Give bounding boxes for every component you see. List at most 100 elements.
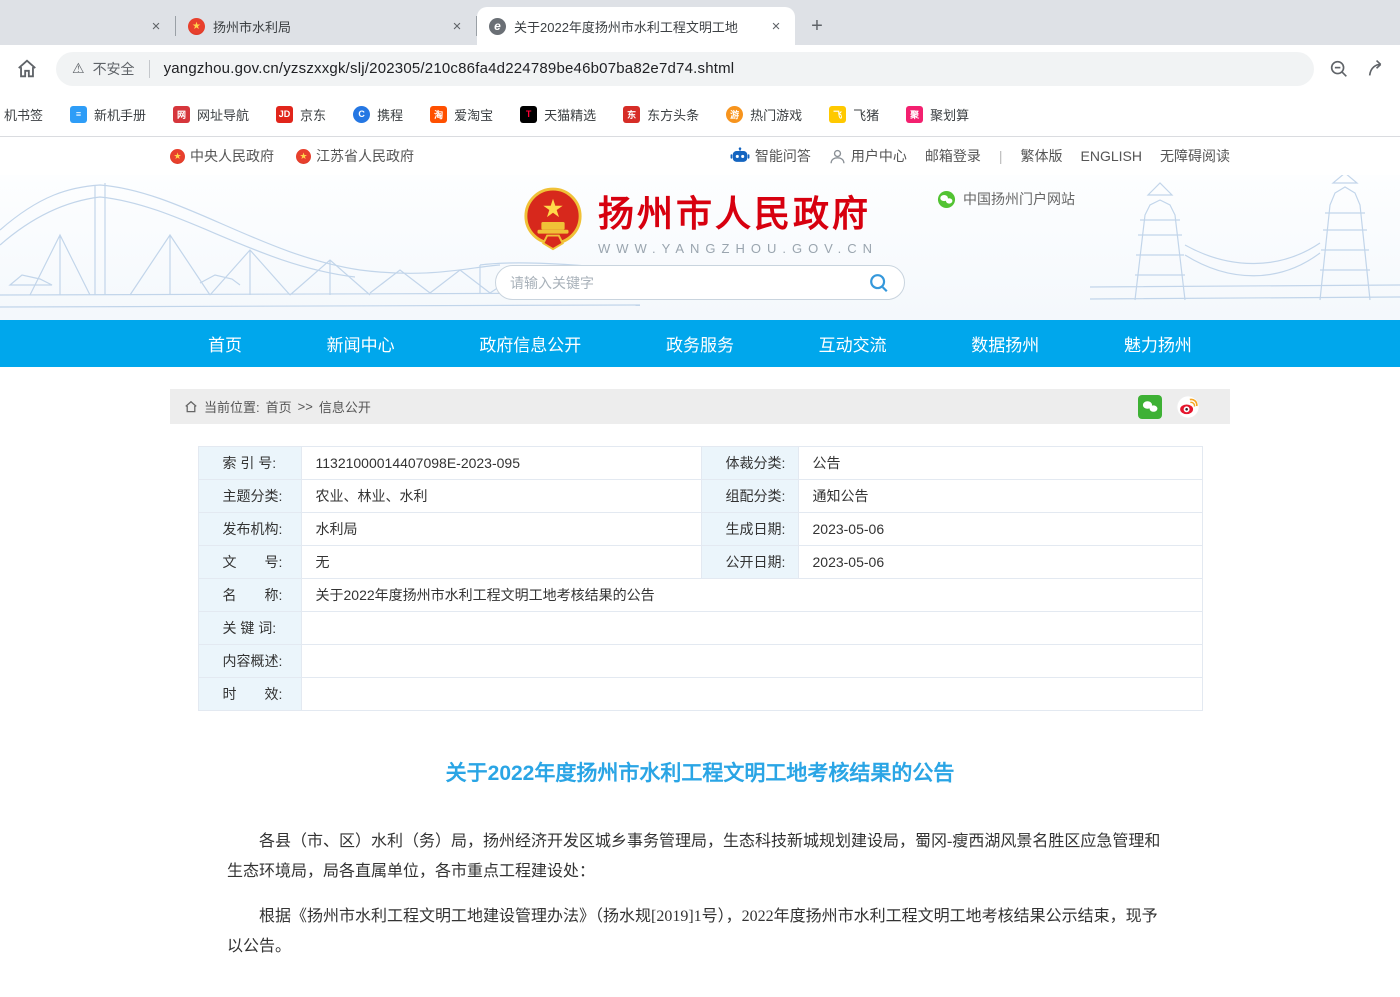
bookmark-item[interactable]: 游 热门游戏	[726, 105, 802, 124]
search-icon[interactable]	[868, 272, 890, 294]
search-input[interactable]	[510, 275, 868, 291]
meta-value	[301, 645, 1202, 678]
nav-item-interaction[interactable]: 互动交流	[819, 331, 887, 356]
accessibility-link[interactable]: 无障碍阅读	[1160, 146, 1230, 166]
address-bar[interactable]: ⚠ 不安全 yangzhou.gov.cn/yzszxxgk/slj/20230…	[56, 52, 1314, 86]
user-center-link[interactable]: 用户中心	[829, 146, 907, 166]
site-header-banner: 中国扬州门户网站 扬州市人民政府 WWW.YANGZHOU.GOV.CN	[0, 175, 1400, 320]
table-row: 索 引 号: 11321000014407098E-2023-095 体裁分类:…	[198, 447, 1202, 480]
bookmark-item[interactable]: 机书签	[4, 105, 43, 124]
wechat-share-icon[interactable]	[1138, 395, 1162, 419]
bookmark-label: 天猫精选	[544, 105, 596, 124]
tab-close-icon[interactable]: ×	[767, 17, 785, 35]
zoom-out-icon[interactable]	[1328, 58, 1350, 80]
weibo-share-icon[interactable]	[1176, 395, 1200, 419]
bookmark-item[interactable]: 东 东方头条	[623, 105, 699, 124]
meta-value: 2023-05-06	[798, 546, 1202, 579]
nav-item-info-disclosure[interactable]: 政府信息公开	[479, 331, 581, 356]
portal-site-link[interactable]: 中国扬州门户网站	[937, 189, 1075, 209]
emblem-favicon-icon: ★	[188, 18, 205, 35]
bookmark-item[interactable]: C 携程	[353, 105, 403, 124]
bookmark-item[interactable]: 聚 聚划算	[906, 105, 969, 124]
meta-label: 主题分类:	[198, 480, 301, 513]
juhuasuan-bookmark-icon: 聚	[906, 106, 923, 123]
bookmark-item[interactable]: 飞 飞猪	[829, 105, 879, 124]
tab-title: 关于2022年度扬州市水利工程文明工地	[514, 17, 759, 36]
meta-label: 体裁分类:	[701, 447, 798, 480]
nav-site-bookmark-icon: 网	[173, 106, 190, 123]
jiangsu-gov-link[interactable]: ★ 江苏省人民政府	[296, 146, 414, 166]
tab-close-icon[interactable]: ×	[147, 17, 165, 35]
site-search-box[interactable]	[495, 265, 905, 300]
meta-value: 农业、林业、水利	[301, 480, 701, 513]
central-gov-link[interactable]: ★ 中央人民政府	[170, 146, 274, 166]
meta-label: 内容概述:	[198, 645, 301, 678]
bookmark-item[interactable]: JD 京东	[276, 105, 326, 124]
url-text[interactable]: yangzhou.gov.cn/yzszxxgk/slj/202305/210c…	[164, 60, 735, 77]
nav-item-services[interactable]: 政务服务	[666, 331, 734, 356]
toutiao-bookmark-icon: 东	[623, 106, 640, 123]
article: 关于2022年度扬州市水利工程文明工地考核结果的公告 各县（市、区）水利（务）局…	[227, 757, 1173, 997]
bookmark-item[interactable]: 淘 爱淘宝	[430, 105, 493, 124]
manual-bookmark-icon: ≡	[70, 106, 87, 123]
share-icon[interactable]	[1366, 58, 1388, 80]
bookmark-item[interactable]: T 天猫精选	[520, 105, 596, 124]
tab-close-icon[interactable]: ×	[448, 17, 466, 35]
new-tab-button[interactable]: +	[803, 12, 831, 40]
taobao-bookmark-icon: 淘	[430, 106, 447, 123]
site-logo[interactable]: 扬州市人民政府 WWW.YANGZHOU.GOV.CN	[170, 175, 1230, 256]
address-divider	[149, 60, 150, 78]
breadcrumb-home-link[interactable]: 首页	[266, 397, 292, 416]
nav-item-data[interactable]: 数据扬州	[971, 331, 1039, 356]
meta-value: 关于2022年度扬州市水利工程文明工地考核结果的公告	[301, 579, 1202, 612]
bookmark-item[interactable]: ≡ 新机手册	[70, 105, 146, 124]
meta-value: 通知公告	[798, 480, 1202, 513]
breadcrumb-prefix: 当前位置:	[204, 397, 260, 416]
emblem-icon: ★	[296, 149, 311, 164]
emblem-icon: ★	[170, 149, 185, 164]
traditional-version-link[interactable]: 繁体版	[1021, 146, 1063, 166]
bookmarks-bar: 机书签 ≡ 新机手册 网 网址导航 JD 京东 C 携程 淘 爱淘宝 T 天猫精…	[0, 92, 1400, 137]
meta-value: 公告	[798, 447, 1202, 480]
smart-qa-link[interactable]: 智能问答	[730, 146, 811, 166]
article-paragraph: 根据《扬州市水利工程文明工地建设管理办法》（扬水规[2019]1号），2022年…	[227, 902, 1173, 963]
table-row: 内容概述:	[198, 645, 1202, 678]
gov-site-favicon-icon: e	[489, 18, 506, 35]
browser-tab-strip: × ★ 扬州市水利局 × e 关于2022年度扬州市水利工程文明工地 × +	[0, 0, 1400, 45]
tab-shuiliju[interactable]: ★ 扬州市水利局 ×	[176, 7, 476, 45]
meta-value: 水利局	[301, 513, 701, 546]
tmall-bookmark-icon: T	[520, 106, 537, 123]
breadcrumb-current-link[interactable]: 信息公开	[319, 397, 371, 416]
nav-item-charm[interactable]: 魅力扬州	[1124, 331, 1192, 356]
bookmark-label: 聚划算	[930, 105, 969, 124]
bookmark-label: 携程	[377, 105, 403, 124]
site-utility-bar: ★ 中央人民政府 ★ 江苏省人民政府 智能问答	[0, 137, 1400, 175]
security-label[interactable]: 不安全	[93, 59, 135, 79]
meta-label: 公开日期:	[701, 546, 798, 579]
meta-label: 文 号:	[198, 546, 301, 579]
meta-label: 索 引 号:	[198, 447, 301, 480]
wechat-portal-icon	[937, 190, 956, 209]
tab-active-announcement[interactable]: e 关于2022年度扬州市水利工程文明工地 ×	[477, 7, 795, 45]
main-navigation: 首页 新闻中心 政府信息公开 政务服务 互动交流 数据扬州 魅力扬州	[0, 320, 1400, 367]
nav-item-home[interactable]: 首页	[208, 331, 242, 356]
bookmark-item[interactable]: 网 网址导航	[173, 105, 249, 124]
link-label: 中央人民政府	[190, 146, 274, 166]
nav-item-news[interactable]: 新闻中心	[327, 331, 395, 356]
meta-label: 关 键 词:	[198, 612, 301, 645]
portal-label: 中国扬州门户网站	[963, 189, 1075, 209]
home-button-icon[interactable]	[12, 54, 42, 84]
english-version-link[interactable]: ENGLISH	[1081, 148, 1142, 164]
tab-partial[interactable]: ×	[0, 7, 175, 45]
fliggy-bookmark-icon: 飞	[829, 106, 846, 123]
mail-login-link[interactable]: 邮箱登录	[925, 146, 981, 166]
document-meta-table: 索 引 号: 11321000014407098E-2023-095 体裁分类:…	[198, 446, 1203, 711]
meta-value	[301, 612, 1202, 645]
meta-label: 发布机构:	[198, 513, 301, 546]
bookmark-label: 热门游戏	[750, 105, 802, 124]
meta-label: 名 称:	[198, 579, 301, 612]
bookmark-label: 东方头条	[647, 105, 699, 124]
bookmark-label: 飞猪	[853, 105, 879, 124]
link-label: 江苏省人民政府	[316, 146, 414, 166]
jd-bookmark-icon: JD	[276, 106, 293, 123]
